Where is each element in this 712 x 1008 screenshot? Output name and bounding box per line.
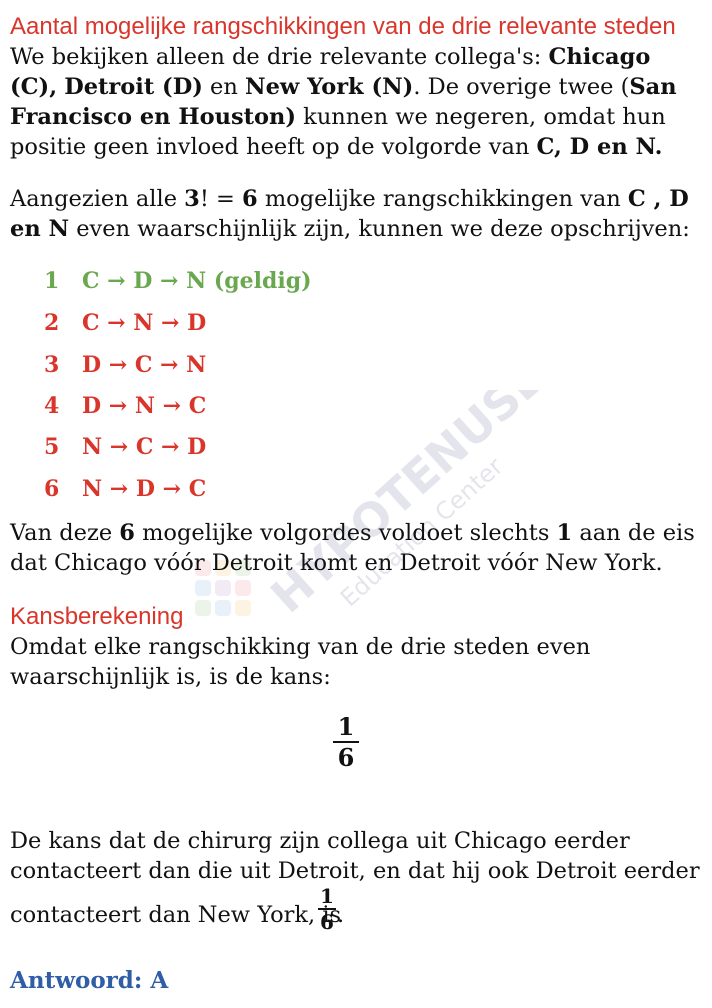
- ordering-text: C → D → N (geldig): [82, 268, 312, 294]
- ordering-number: 6: [44, 476, 60, 502]
- bold-three: 3: [184, 186, 200, 212]
- ordering-item: 2 C → N → D: [44, 310, 206, 344]
- summary-paragraph: Van deze 6 mogelijke volgordes voldoet s…: [10, 518, 702, 578]
- text-span: even waarschijnlijk zijn, kunnen we deze…: [69, 216, 690, 242]
- section-heading-probability: Kansberekening: [10, 603, 184, 630]
- fraction-numerator: 1: [337, 712, 355, 741]
- fraction-denominator: 6: [320, 910, 334, 934]
- text-span: en: [202, 74, 245, 100]
- ordering-item: 6 N → D → C: [44, 476, 206, 510]
- ordering-number: 4: [44, 393, 60, 419]
- text-span: Van deze: [10, 520, 120, 546]
- ordering-number: 1: [44, 268, 60, 294]
- watermark-brand: HYPOTENUSE: [260, 390, 545, 623]
- permutation-paragraph: Aangezien alle 3! = 6 mogelijke rangschi…: [10, 184, 702, 244]
- bold-six: 6: [242, 186, 258, 212]
- probability-fraction: 1 6: [333, 712, 359, 772]
- ordering-text: C → N → D: [82, 310, 207, 336]
- ordering-item: 3 D → C → N: [44, 352, 206, 386]
- ordering-number: 3: [44, 352, 60, 378]
- text-span: mogelijke volgordes voldoet slechts: [134, 520, 557, 546]
- bold-one: 1: [556, 520, 573, 546]
- bold-cdn: C, D en N.: [536, 134, 663, 160]
- ordering-text: D → C → N: [82, 352, 207, 378]
- ordering-text: N → D → C: [82, 476, 207, 502]
- text-span: mogelijke rangschikkingen van: [257, 186, 628, 212]
- probability-paragraph: Omdat elke rangschikking van de drie ste…: [10, 634, 591, 690]
- period: .: [337, 902, 345, 928]
- inline-fraction: 1 6: [318, 884, 336, 934]
- ordering-number: 2: [44, 310, 60, 336]
- bold-detroit: Detroit (D): [64, 74, 203, 100]
- fraction-numerator: 1: [320, 884, 334, 908]
- text-span: Aangezien alle: [10, 186, 185, 212]
- intro-paragraph: We bekijken alleen de drie relevante col…: [10, 42, 702, 162]
- section-heading-arrangements: Aantal mogelijke rangschikkingen van de …: [10, 13, 676, 40]
- answer-label: Antwoord: A: [10, 967, 169, 994]
- text-span: . De overige twee (: [413, 74, 630, 100]
- conclusion-paragraph-line1: De kans dat de chirurg zijn collega uit …: [10, 828, 700, 884]
- conclusion-paragraph-line2: contacteert dan New York, is: [10, 900, 702, 930]
- ordering-item: 4 D → N → C: [44, 393, 206, 427]
- ordering-number: 5: [44, 434, 60, 460]
- ordering-item: 5 N → C → D: [44, 434, 206, 468]
- bold-new-york: New York (N): [245, 74, 414, 100]
- ordering-text: D → N → C: [82, 393, 207, 419]
- text-span: We bekijken alleen de drie relevante col…: [10, 44, 549, 70]
- bold-six: 6: [119, 520, 135, 546]
- ordering-text: N → C → D: [82, 434, 207, 460]
- text-span: contacteert dan New York, is: [10, 902, 342, 928]
- fraction-denominator: 6: [337, 743, 355, 772]
- text-span: ! =: [199, 186, 243, 212]
- ordering-item: 1 C → D → N (geldig): [44, 268, 312, 302]
